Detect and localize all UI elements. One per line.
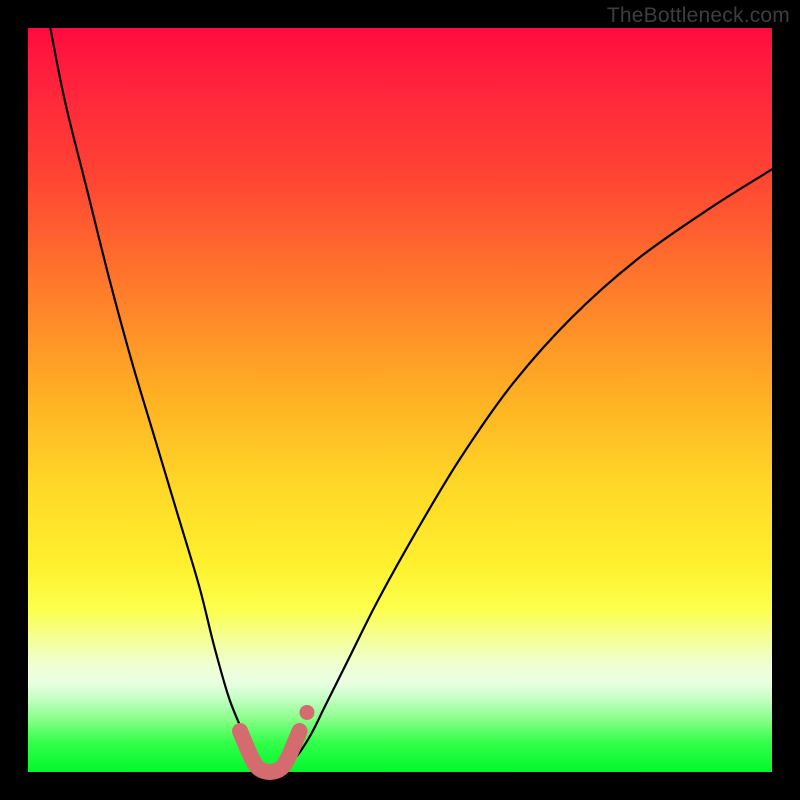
chart-svg [28, 28, 772, 772]
chart-frame: TheBottleneck.com [0, 0, 800, 800]
highlight-end-dot [300, 705, 315, 720]
valley-highlight [240, 731, 300, 772]
plot-area [28, 28, 772, 772]
bottleneck-curve [50, 28, 772, 772]
watermark-text: TheBottleneck.com [607, 4, 790, 28]
